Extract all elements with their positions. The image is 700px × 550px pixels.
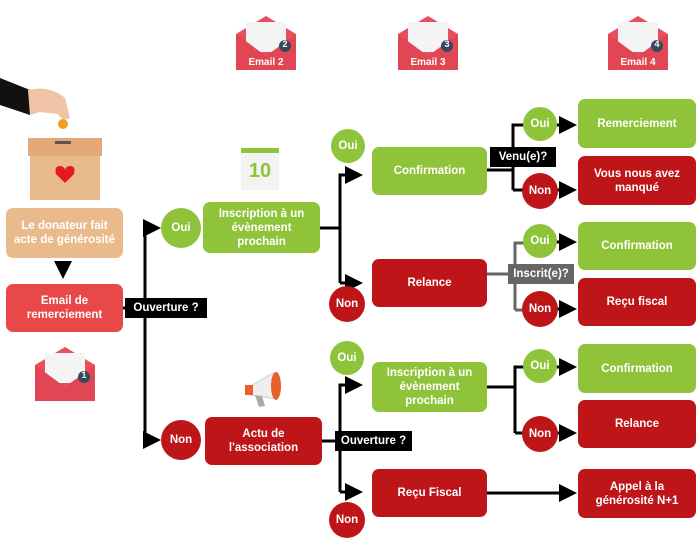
attended-question: Venu(e)?	[490, 147, 556, 167]
yes-circle: Oui	[331, 129, 365, 163]
donation-illustration	[0, 78, 102, 200]
reminder-box: Relance	[578, 400, 696, 448]
yes-circle: Oui	[161, 208, 201, 248]
tax-receipt-box: Reçu Fiscal	[372, 469, 487, 517]
yes-circle: Oui	[523, 349, 557, 383]
megaphone-icon	[245, 372, 281, 407]
confirmation-box: Confirmation	[578, 222, 696, 270]
opening-question: Ouverture ?	[335, 431, 412, 451]
confirmation-box: Confirmation	[578, 344, 696, 393]
no-circle: Non	[329, 502, 365, 538]
reminder-box: Relance	[372, 259, 487, 307]
donor-box: Le donateur fait acte de générosité	[6, 208, 123, 258]
association-news-box: Actu de l'association	[205, 417, 322, 465]
confirmation-box: Confirmation	[372, 147, 487, 195]
generosity-appeal-box: Appel à la générosité N+1	[578, 469, 696, 518]
email-3-envelope-icon: 3 Email 3	[398, 14, 458, 72]
yes-circle: Oui	[330, 341, 364, 375]
email-thanks-box: Email de remerciement	[6, 284, 123, 332]
thanks-box: Remerciement	[578, 99, 696, 148]
registered-question: Inscrit(e)?	[508, 264, 574, 284]
calendar-icon: 10	[241, 148, 279, 190]
no-circle: Non	[161, 420, 201, 460]
email-1-envelope-icon: 1	[35, 345, 95, 403]
no-circle: Non	[329, 286, 365, 322]
no-circle: Non	[522, 173, 558, 209]
yes-circle: Oui	[523, 107, 557, 141]
tax-receipt-box: Reçu fiscal	[578, 278, 696, 326]
email-4-envelope-icon: 4 Email 4	[608, 14, 668, 72]
opening-question: Ouverture ?	[125, 298, 207, 318]
no-circle: Non	[522, 416, 558, 452]
no-circle: Non	[522, 291, 558, 327]
missed-you-box: Vous nous avez manqué	[578, 156, 696, 205]
email-2-envelope-icon: 2 Email 2	[236, 14, 296, 72]
event-registration-box: Inscription à un évènement prochain	[372, 362, 487, 412]
event-registration-box: Inscription à un évènement prochain	[203, 202, 320, 253]
yes-circle: Oui	[523, 224, 557, 258]
